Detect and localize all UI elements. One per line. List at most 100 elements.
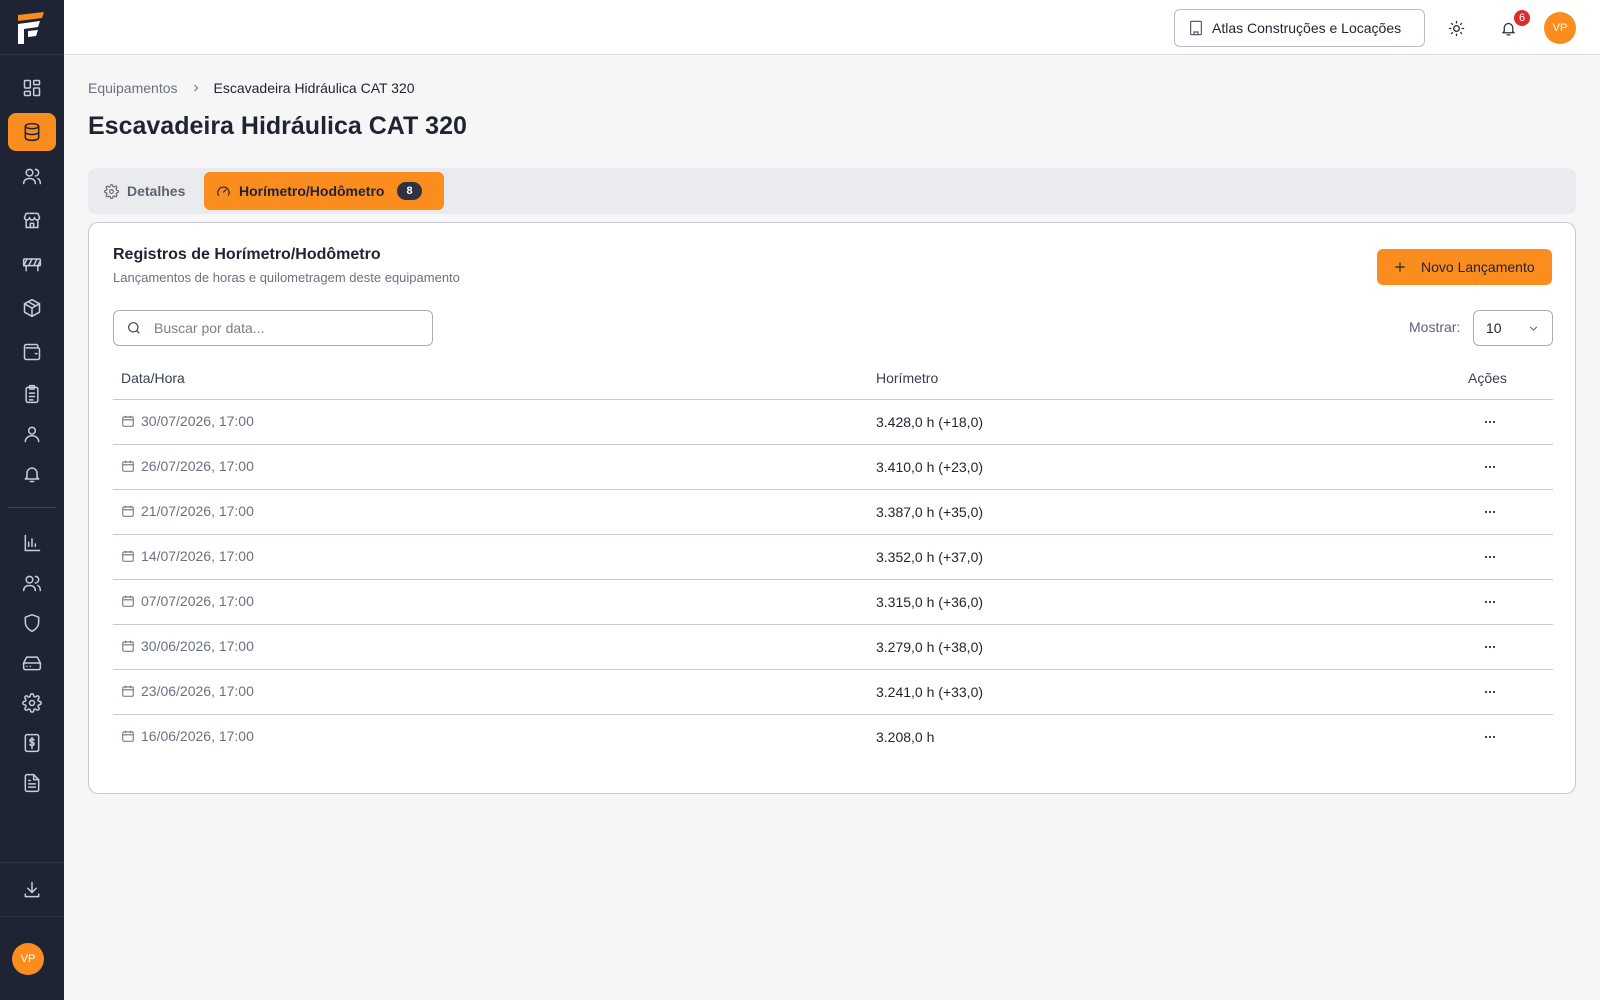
- column-header-hour[interactable]: Horímetro: [876, 370, 938, 386]
- tab-detalhes[interactable]: Detalhes: [98, 172, 198, 210]
- file-text-icon: [24, 773, 40, 793]
- row-actions-button[interactable]: [1475, 588, 1505, 616]
- calendar-icon: [122, 550, 134, 562]
- bell-icon: [24, 467, 40, 483]
- topbar: Atlas Construções e Locações 6 VP: [64, 0, 1600, 55]
- breadcrumb-equipamentos-link[interactable]: Equipamentos: [88, 80, 178, 96]
- more-horizontal-icon: [1484, 690, 1496, 694]
- nav-usuarios[interactable]: [8, 415, 56, 453]
- date-value: 26/07/2026, 17:00: [141, 458, 254, 474]
- row-actions-button[interactable]: [1475, 678, 1505, 706]
- chevron-down-icon: [1529, 325, 1538, 331]
- receipt-dollar-icon: [24, 733, 40, 753]
- date-cell: 16/06/2026, 17:00: [121, 728, 254, 744]
- row-actions-button[interactable]: [1475, 723, 1505, 751]
- nav-filiais[interactable]: [8, 201, 56, 239]
- nav-configuracoes[interactable]: [8, 684, 56, 722]
- hour-value: 3.279,0 h (+38,0): [876, 639, 984, 655]
- nav-clientes[interactable]: [8, 157, 56, 195]
- date-value: 30/06/2026, 17:00: [141, 638, 254, 654]
- nav-faturamento[interactable]: [8, 724, 56, 762]
- date-cell: 21/07/2026, 17:00: [121, 503, 254, 519]
- company-selector-button[interactable]: Atlas Construções e Locações: [1174, 9, 1425, 47]
- date-cell: 14/07/2026, 17:00: [121, 548, 254, 564]
- page-title: Escavadeira Hidráulica CAT 320: [88, 112, 467, 140]
- nav-relatorios[interactable]: [8, 524, 56, 562]
- table-row: 26/07/2026, 17:00 3.410,0 h (+23,0): [113, 445, 1553, 490]
- row-actions-button[interactable]: [1475, 498, 1505, 526]
- date-value: 21/07/2026, 17:00: [141, 503, 254, 519]
- nav-download[interactable]: [8, 871, 56, 909]
- theme-toggle-button[interactable]: [1442, 14, 1470, 42]
- logo-divider: [0, 54, 64, 55]
- date-cell: 07/07/2026, 17:00: [121, 593, 254, 609]
- row-actions-button[interactable]: [1475, 408, 1505, 436]
- user-avatar[interactable]: VP: [1544, 12, 1576, 44]
- tab-horimetro[interactable]: Horímetro/Hodômetro 8: [204, 172, 444, 210]
- page-size-select[interactable]: 10: [1473, 310, 1553, 346]
- dashboard-icon: [23, 79, 41, 97]
- row-actions-button[interactable]: [1475, 543, 1505, 571]
- breadcrumb: Equipamentos Escavadeira Hidráulica CAT …: [88, 80, 415, 96]
- table-row: 14/07/2026, 17:00 3.352,0 h (+37,0): [113, 535, 1553, 580]
- company-name: Atlas Construções e Locações: [1212, 20, 1402, 36]
- database-icon: [24, 122, 40, 142]
- store-icon: [23, 212, 41, 229]
- nav-dashboard[interactable]: [8, 69, 56, 107]
- nav-equipe[interactable]: [8, 564, 56, 602]
- app-logo[interactable]: [14, 11, 50, 45]
- calendar-icon: [122, 640, 134, 652]
- tabs-bar: Detalhes Horímetro/Hodômetro 8: [88, 168, 1576, 214]
- records-card: Registros de Horímetro/Hodômetro Lançame…: [88, 222, 1576, 794]
- date-cell: 30/07/2026, 17:00: [121, 413, 254, 429]
- table-row: 07/07/2026, 17:00 3.315,0 h (+36,0): [113, 580, 1553, 625]
- plus-icon: [1395, 262, 1405, 272]
- hour-value: 3.352,0 h (+37,0): [876, 549, 984, 565]
- nav-financeiro[interactable]: [8, 333, 56, 371]
- gauge-icon: [217, 185, 230, 196]
- search-input[interactable]: [154, 320, 414, 336]
- date-value: 07/07/2026, 17:00: [141, 593, 254, 609]
- more-horizontal-icon: [1484, 465, 1496, 469]
- search-icon: [128, 322, 140, 334]
- sidebar-user-avatar[interactable]: VP: [12, 943, 44, 975]
- date-value: 16/06/2026, 17:00: [141, 728, 254, 744]
- gear-icon: [22, 693, 42, 713]
- nav-documentos[interactable]: [8, 764, 56, 802]
- column-header-date[interactable]: Data/Hora: [121, 370, 185, 386]
- nav-seguranca[interactable]: [8, 604, 56, 642]
- date-cell: 23/06/2026, 17:00: [121, 683, 254, 699]
- tab-detalhes-label: Detalhes: [127, 183, 186, 199]
- breadcrumb-current: Escavadeira Hidráulica CAT 320: [213, 80, 415, 96]
- search-box: [113, 310, 433, 346]
- package-icon: [23, 298, 41, 318]
- clipboard-icon: [25, 384, 39, 404]
- calendar-icon: [122, 415, 134, 427]
- table-header: Data/Hora Horímetro Ações: [113, 355, 1553, 400]
- nav-obras[interactable]: [8, 245, 56, 283]
- card-title: Registros de Horímetro/Hodômetro: [113, 246, 381, 263]
- calendar-icon: [122, 505, 134, 517]
- new-entry-button[interactable]: Novo Lançamento: [1377, 249, 1552, 285]
- date-cell: 26/07/2026, 17:00: [121, 458, 254, 474]
- nav-produtos[interactable]: [8, 289, 56, 327]
- nav-equipamentos[interactable]: [8, 113, 56, 151]
- tab-horimetro-label: Horímetro/Hodômetro: [239, 183, 385, 199]
- construction-barrier-icon: [22, 258, 42, 272]
- more-horizontal-icon: [1484, 645, 1496, 649]
- wallet-icon: [23, 343, 41, 361]
- calendar-icon: [122, 460, 134, 472]
- nav-contratos[interactable]: [8, 375, 56, 413]
- more-horizontal-icon: [1484, 510, 1496, 514]
- gear-icon: [104, 183, 119, 199]
- nav-armazenamento[interactable]: [8, 644, 56, 682]
- user-icon: [24, 426, 40, 443]
- nav-notificacoes[interactable]: [8, 455, 56, 493]
- row-actions-button[interactable]: [1475, 453, 1505, 481]
- table-row: 21/07/2026, 17:00 3.387,0 h (+35,0): [113, 490, 1553, 535]
- new-entry-label: Novo Lançamento: [1421, 259, 1535, 275]
- building-icon: [1190, 20, 1202, 36]
- row-actions-button[interactable]: [1475, 633, 1505, 661]
- hard-drive-icon: [22, 656, 42, 671]
- date-value: 23/06/2026, 17:00: [141, 683, 254, 699]
